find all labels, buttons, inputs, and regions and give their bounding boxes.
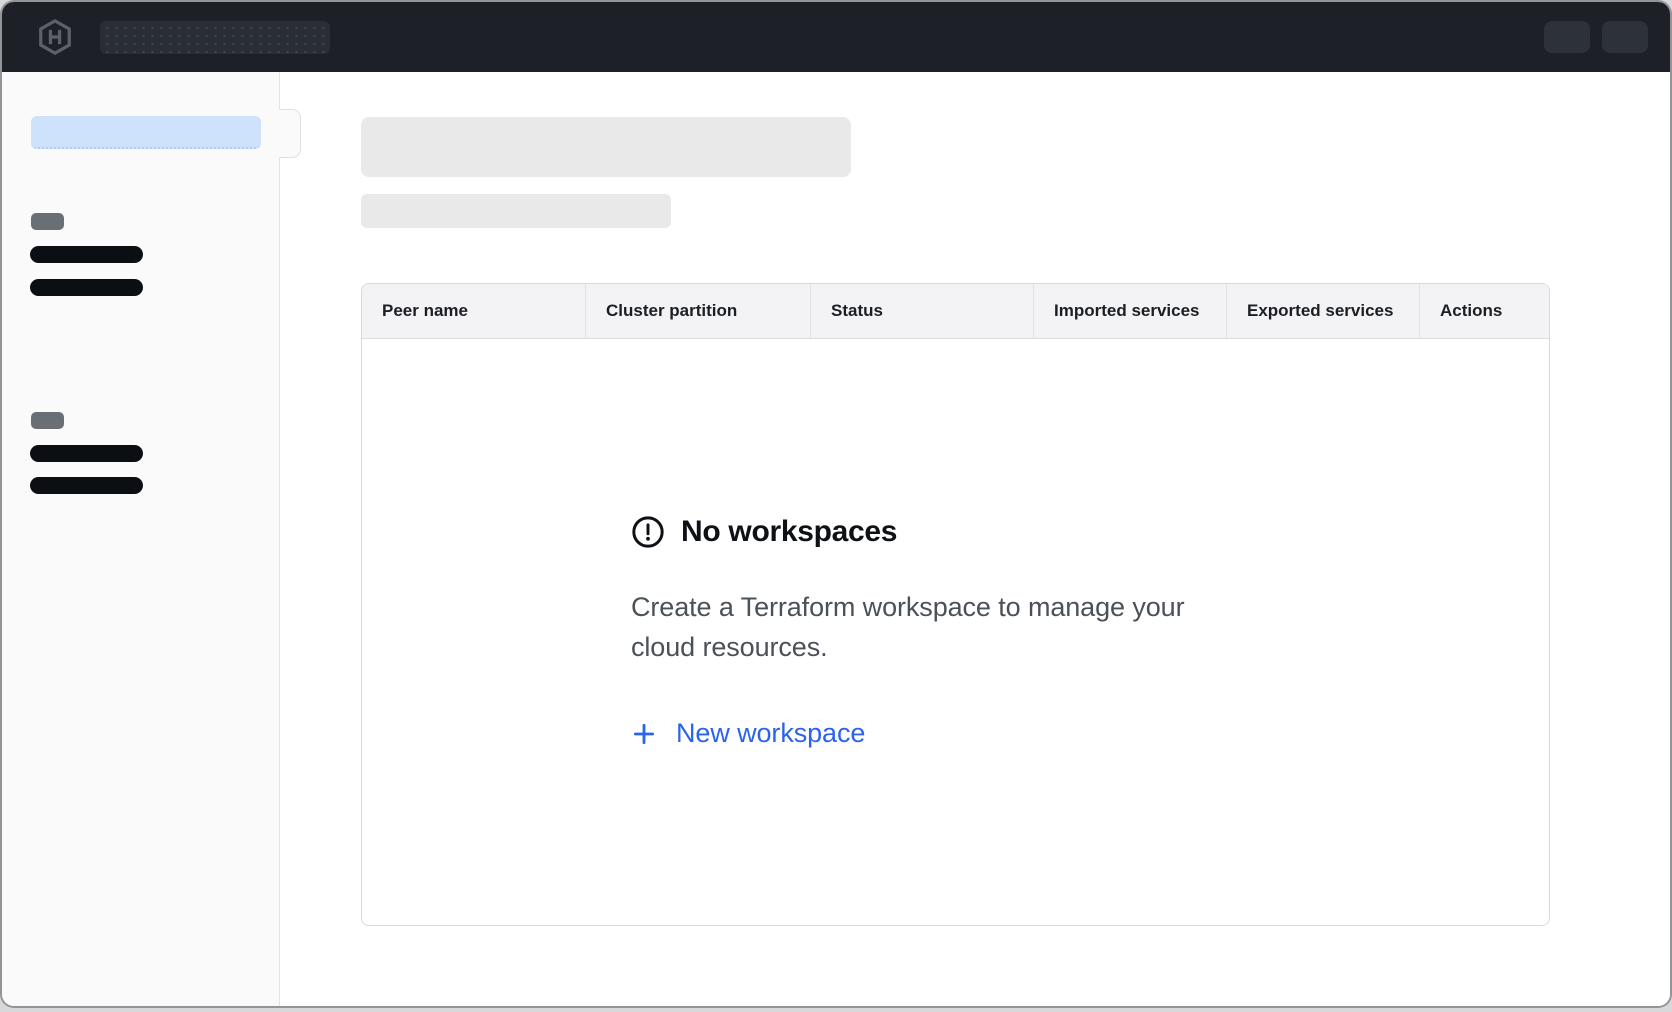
content-row: Peer name Cluster partition Status Impor… — [2, 72, 1670, 1006]
plus-icon — [631, 721, 657, 747]
sidebar-nav-link-skeleton[interactable] — [30, 445, 143, 462]
app-window: Peer name Cluster partition Status Impor… — [2, 2, 1670, 1006]
empty-state: No workspaces Create a Terraform workspa… — [631, 514, 1184, 752]
workspaces-table: Peer name Cluster partition Status Impor… — [361, 283, 1550, 926]
main-content: Peer name Cluster partition Status Impor… — [280, 72, 1670, 1006]
hashicorp-logo-icon — [36, 18, 74, 56]
column-header-imported-services: Imported services — [1033, 284, 1226, 338]
empty-state-header: No workspaces — [631, 514, 1184, 550]
topbar-search-skeleton — [100, 21, 330, 54]
sidebar-collapse-handle[interactable] — [279, 109, 301, 158]
topbar-action-button-2[interactable] — [1602, 21, 1648, 53]
empty-state-description: Create a Terraform workspace to manage y… — [631, 588, 1184, 667]
table-body: No workspaces Create a Terraform workspa… — [362, 339, 1549, 925]
sidebar — [2, 72, 280, 1006]
topbar-action-button-1[interactable] — [1544, 21, 1590, 53]
column-header-exported-services: Exported services — [1226, 284, 1419, 338]
new-workspace-label: New workspace — [676, 718, 865, 749]
sidebar-active-item-skeleton[interactable] — [31, 116, 261, 149]
column-header-actions: Actions — [1419, 284, 1549, 338]
column-header-cluster-partition: Cluster partition — [585, 284, 810, 338]
sidebar-section-label-skeleton — [31, 213, 64, 230]
sidebar-nav-link-skeleton[interactable] — [30, 477, 143, 494]
alert-circle-icon — [631, 515, 665, 549]
new-workspace-link[interactable]: New workspace — [631, 718, 865, 749]
column-header-peer-name: Peer name — [362, 284, 585, 338]
sidebar-nav-link-skeleton[interactable] — [30, 279, 143, 296]
sidebar-nav-link-skeleton[interactable] — [30, 246, 143, 263]
table-header-row: Peer name Cluster partition Status Impor… — [362, 284, 1549, 339]
empty-state-title: No workspaces — [681, 515, 897, 549]
page-title-skeleton — [361, 117, 851, 177]
sidebar-section-label-skeleton — [31, 412, 64, 429]
column-header-status: Status — [810, 284, 1033, 338]
topbar — [2, 2, 1670, 72]
page-subtitle-skeleton — [361, 194, 671, 228]
